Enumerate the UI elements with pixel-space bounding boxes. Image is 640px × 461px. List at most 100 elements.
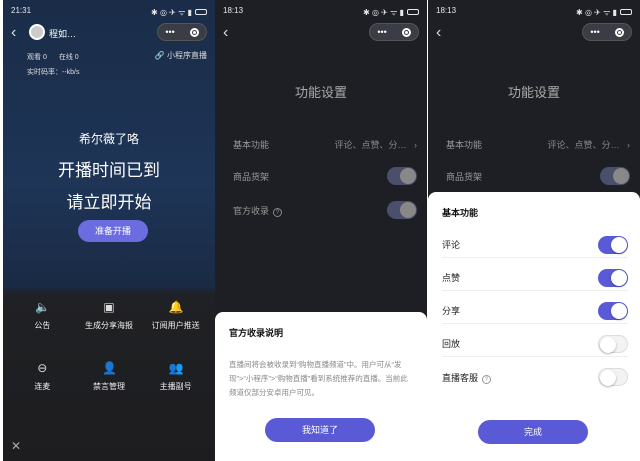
phone-settings-dialog: 18:13 ✱ ◎ ✈ ᯤ ▮ ‹ ••• 功能设置 基本功能 评论、点赞、分…… [215, 0, 427, 461]
help-icon[interactable]: ? [482, 374, 492, 384]
status-time: 18:13 [436, 6, 457, 15]
poster-icon: ▣ [103, 300, 115, 314]
viewer-count: 观看 0 [27, 54, 47, 61]
dialog-text: 直播间将会被收录到“购物直播频道”中。用户可从“发现”>“小程序”>“购物直播”… [229, 360, 408, 397]
comment-label: 评论 [442, 240, 461, 250]
comment-toggle[interactable] [598, 235, 628, 254]
basic-function-row[interactable]: 基本功能 评论、点赞、分… › [446, 134, 630, 154]
goods-shelf-label: 商品货架 [233, 171, 270, 182]
status-bar: 18:13 ✱ ◎ ✈ ᯤ ▮ [436, 6, 632, 18]
stats: 观看 0 在线 0 [27, 52, 79, 62]
status-time: 18:13 [223, 6, 244, 15]
start-now-notice: 请立即开始 [66, 193, 152, 212]
prepare-start-button[interactable]: 准备开播 [78, 220, 148, 242]
share-poster-button[interactable]: ▣ 生成分享海报 [76, 300, 143, 331]
customer-service-row: 直播客服? [442, 364, 628, 390]
official-label: 官方收录 [233, 205, 270, 216]
phone-settings-sheet: 18:13 ✱ ◎ ✈ ᯤ ▮ ‹ ••• 功能设置 基本功能 评论、点赞、分…… [428, 0, 640, 461]
status-icons: ✱ ◎ ✈ ᯤ ▮ [363, 6, 419, 18]
battery-icon [620, 9, 632, 15]
page-title: 功能设置 [507, 85, 560, 100]
more-icon[interactable]: ••• [377, 27, 386, 37]
battery-icon [195, 9, 207, 15]
basic-function-value: 评论、点赞、分… › [334, 138, 417, 151]
done-button[interactable]: 完成 [478, 420, 588, 444]
sub-account-label: 主播副号 [159, 382, 192, 391]
goods-shelf-toggle[interactable] [387, 167, 417, 185]
dialog-title: 官方收录说明 [229, 328, 284, 338]
like-toggle[interactable] [598, 268, 628, 287]
share-toggle[interactable] [598, 301, 628, 320]
announce-label: 公告 [34, 321, 51, 330]
official-dialog: 官方收录说明 直播间将会被收录到“购物直播频道”中。用户可从“发现”>“小程序”… [215, 312, 427, 461]
official-toggle[interactable] [387, 201, 417, 219]
back-icon[interactable]: ‹ [223, 24, 239, 42]
more-icon[interactable]: ••• [590, 27, 599, 37]
subscribe-push-button[interactable]: 🔔 订阅用户推送 [142, 300, 209, 331]
users-icon: 👥 [168, 361, 184, 375]
chevron-right-icon: › [414, 139, 417, 150]
got-it-button[interactable]: 我知道了 [265, 418, 375, 442]
goods-shelf-toggle[interactable] [600, 167, 630, 185]
bell-icon: 🔔 [168, 300, 184, 314]
replay-label: 回放 [442, 339, 461, 349]
capsule-menu[interactable]: ••• [582, 23, 632, 41]
chevron-right-icon: › [627, 139, 630, 150]
bitrate: 实时码率：--kb/s [27, 69, 80, 76]
phone-live-room: 21:31 ✱ ◎ ✈ ᯤ ▮ ‹ 程如… ••• 🔗 小程序直播 观看 0 在… [3, 0, 215, 461]
comment-row: 评论 [442, 232, 628, 258]
help-icon[interactable]: ? [273, 207, 283, 217]
close-target-icon[interactable] [614, 27, 624, 37]
mini-program-label: 小程序直播 [167, 51, 207, 60]
share-row: 分享 [442, 298, 628, 324]
share-label: 分享 [442, 306, 461, 316]
mute-manage-button[interactable]: 👤 禁言管理 [76, 361, 143, 392]
co-host-label: 连麦 [34, 382, 51, 391]
battery-icon [407, 9, 419, 15]
status-bar: 18:13 ✱ ◎ ✈ ᯤ ▮ [223, 6, 419, 18]
sub-account-button[interactable]: 👥 主播副号 [142, 361, 209, 392]
avatar[interactable] [29, 24, 45, 40]
more-icon[interactable]: ••• [165, 27, 174, 37]
page-title: 功能设置 [294, 85, 347, 100]
capsule-menu[interactable]: ••• [157, 23, 207, 41]
customer-service-label: 直播客服 [442, 372, 479, 383]
sheet-title: 基本功能 [442, 208, 479, 218]
replay-row: 回放 [442, 331, 628, 357]
basic-function-row[interactable]: 基本功能 评论、点赞、分… › [233, 134, 417, 154]
share-poster-label: 生成分享海报 [84, 321, 133, 330]
customer-service-toggle[interactable] [598, 368, 628, 386]
back-icon[interactable]: ‹ [11, 24, 27, 42]
basic-function-label: 基本功能 [233, 139, 270, 150]
back-icon[interactable]: ‹ [436, 24, 452, 42]
status-icons: ✱ ◎ ✈ ᯤ ▮ [151, 6, 207, 18]
close-icon[interactable]: ✕ [11, 439, 21, 453]
basic-function-value: 评论、点赞、分… › [547, 138, 630, 151]
status-time: 21:31 [11, 6, 32, 15]
anchor-name: 希尔薇了咯 [78, 132, 139, 146]
basic-function-sheet: 基本功能 评论 点赞 分享 回放 直播客服? 完成 [428, 192, 640, 461]
status-bar: 21:31 ✱ ◎ ✈ ᯤ ▮ [11, 6, 207, 18]
basic-function-summary: 评论、点赞、分… [334, 139, 407, 150]
link-icon: ⊖ [37, 361, 48, 375]
basic-function-summary: 评论、点赞、分… [547, 139, 620, 150]
announce-button[interactable]: 🔈 公告 [9, 300, 76, 331]
capsule-menu[interactable]: ••• [369, 23, 419, 41]
replay-toggle[interactable] [598, 334, 628, 353]
like-label: 点赞 [442, 273, 461, 283]
official-row: 官方收录? [233, 200, 417, 220]
like-row: 点赞 [442, 265, 628, 291]
room-name: 程如… [49, 29, 77, 39]
status-icons: ✱ ◎ ✈ ᯤ ▮ [576, 6, 632, 18]
function-grid: 🔈 公告 ▣ 生成分享海报 🔔 订阅用户推送 ⊖ 连麦 👤 禁言管理 👥 主播副号 [9, 300, 209, 392]
close-target-icon[interactable] [189, 27, 199, 37]
basic-function-label: 基本功能 [446, 139, 483, 150]
speaker-icon: 🔈 [35, 300, 51, 314]
mini-program-link[interactable]: 🔗 小程序直播 [155, 50, 207, 61]
user-icon: 👤 [101, 361, 117, 375]
mute-manage-label: 禁言管理 [92, 382, 125, 391]
goods-shelf-label: 商品货架 [446, 171, 483, 182]
subscribe-push-label: 订阅用户推送 [151, 321, 200, 330]
co-host-button[interactable]: ⊖ 连麦 [9, 361, 76, 392]
close-target-icon[interactable] [401, 27, 411, 37]
